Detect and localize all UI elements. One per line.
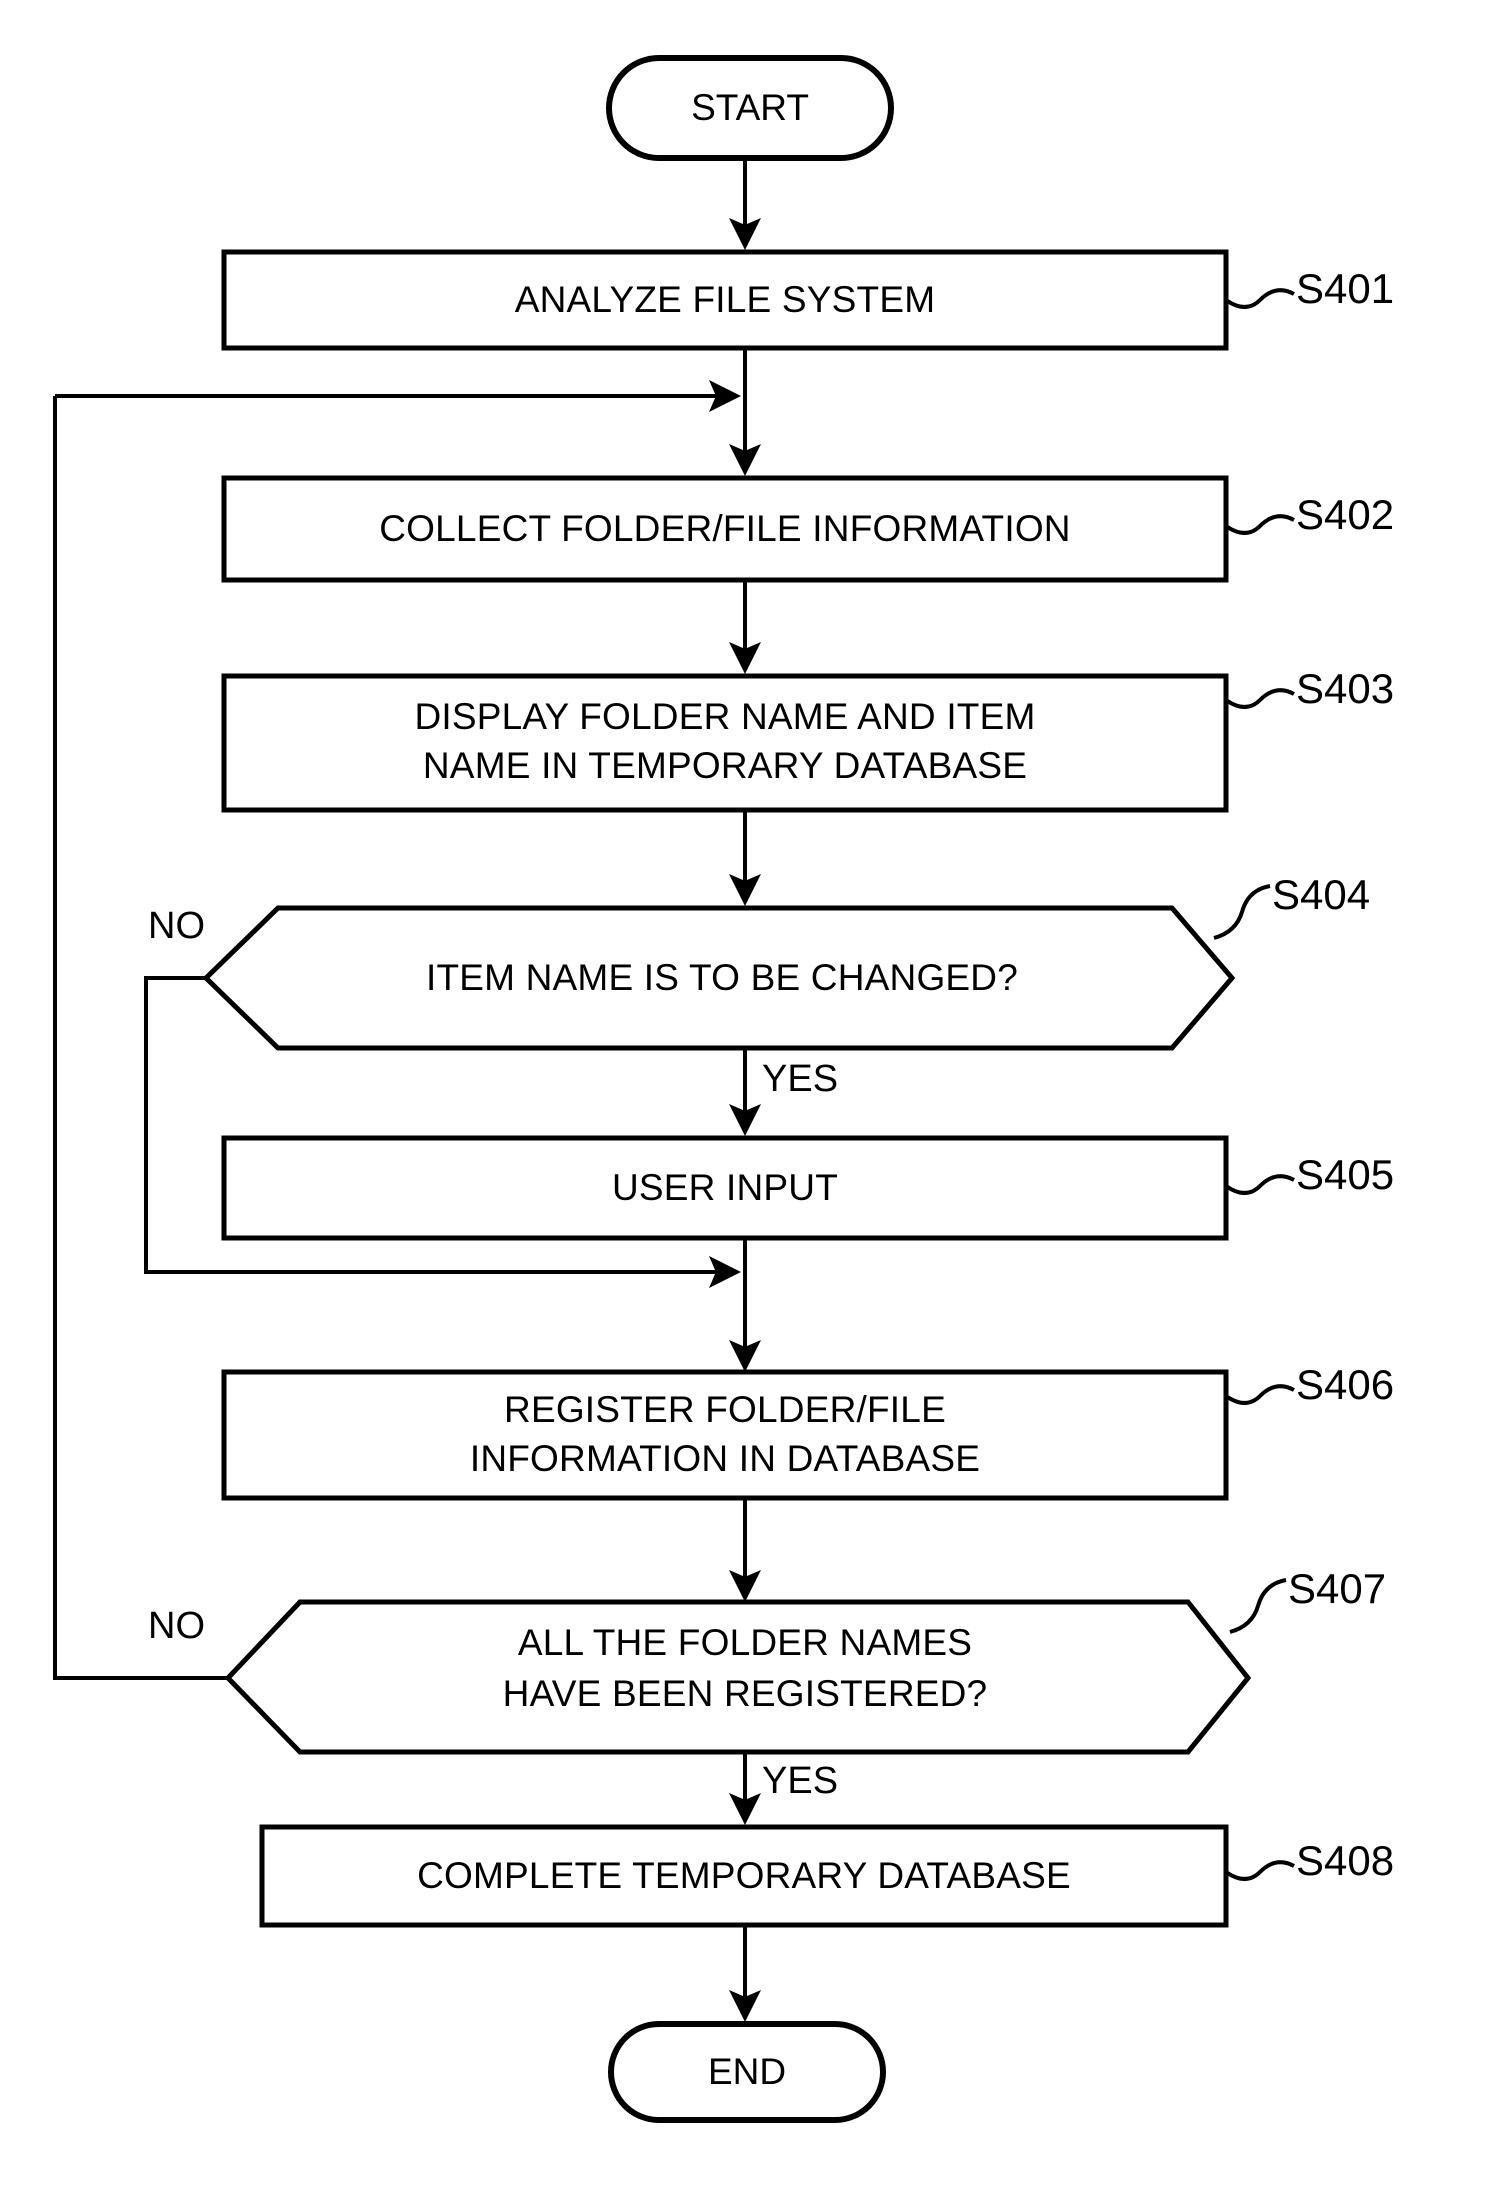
- leader-s402: [1224, 514, 1295, 535]
- node-s407: ALL THE FOLDER NAMES HAVE BEEN REGISTERE…: [224, 1599, 1252, 1755]
- step-label-s403: S403: [1296, 665, 1394, 712]
- node-s403-line-1: DISPLAY FOLDER NAME AND ITEM: [414, 696, 1035, 737]
- leader-s404: [1213, 884, 1271, 940]
- flowchart-canvas: START ANALYZE FILE SYSTEM S401 COLLECT F…: [0, 0, 1512, 2212]
- leader-s407: [1229, 1578, 1287, 1634]
- branch-label-s404-no: NO: [148, 905, 205, 947]
- terminator-end-label: END: [708, 2051, 786, 2092]
- branch-label-s404-yes: YES: [762, 1058, 838, 1100]
- step-label-s402: S402: [1296, 491, 1394, 538]
- node-s406-line-2: INFORMATION IN DATABASE: [470, 1438, 980, 1479]
- node-s402: COLLECT FOLDER/FILE INFORMATION: [221, 475, 1229, 583]
- terminator-start: START: [606, 55, 894, 161]
- node-s407-line-2: HAVE BEEN REGISTERED?: [503, 1673, 988, 1714]
- leader-s401: [1224, 288, 1295, 309]
- branch-label-s407-yes: YES: [762, 1760, 838, 1802]
- node-s407-line-1: ALL THE FOLDER NAMES: [518, 1622, 972, 1663]
- terminator-start-label: START: [691, 87, 809, 128]
- connector-s407-no-loop: [53, 396, 228, 1680]
- node-s406: REGISTER FOLDER/FILE INFORMATION IN DATA…: [221, 1369, 1229, 1501]
- node-s402-line-1: COLLECT FOLDER/FILE INFORMATION: [379, 508, 1070, 549]
- leader-s406: [1224, 1384, 1295, 1405]
- flowchart-diagram: START ANALYZE FILE SYSTEM S401 COLLECT F…: [53, 55, 1394, 2123]
- node-s404: ITEM NAME IS TO BE CHANGED?: [202, 905, 1236, 1051]
- step-label-s406: S406: [1296, 1361, 1394, 1408]
- step-label-s401: S401: [1296, 265, 1394, 312]
- node-s408: COMPLETE TEMPORARY DATABASE: [259, 1824, 1229, 1928]
- node-s403-line-2: NAME IN TEMPORARY DATABASE: [423, 745, 1027, 786]
- node-s401-line-1: ANALYZE FILE SYSTEM: [515, 279, 936, 320]
- node-s401: ANALYZE FILE SYSTEM: [221, 249, 1229, 351]
- node-s403: DISPLAY FOLDER NAME AND ITEM NAME IN TEM…: [221, 673, 1229, 813]
- leader-s408: [1224, 1860, 1295, 1881]
- node-s404-line-1: ITEM NAME IS TO BE CHANGED?: [426, 957, 1018, 998]
- node-s406-line-1: REGISTER FOLDER/FILE: [504, 1389, 946, 1430]
- node-s405: USER INPUT: [221, 1135, 1229, 1241]
- step-label-s408: S408: [1296, 1837, 1394, 1884]
- step-label-s404: S404: [1272, 871, 1370, 918]
- step-label-s407: S407: [1288, 1565, 1386, 1612]
- leader-s405: [1224, 1174, 1295, 1195]
- node-s405-line-1: USER INPUT: [612, 1167, 838, 1208]
- branch-label-s407-no: NO: [148, 1605, 205, 1647]
- node-s408-line-1: COMPLETE TEMPORARY DATABASE: [417, 1855, 1071, 1896]
- leader-s403: [1224, 688, 1295, 709]
- terminator-end: END: [608, 2021, 886, 2123]
- step-label-s405: S405: [1296, 1151, 1394, 1198]
